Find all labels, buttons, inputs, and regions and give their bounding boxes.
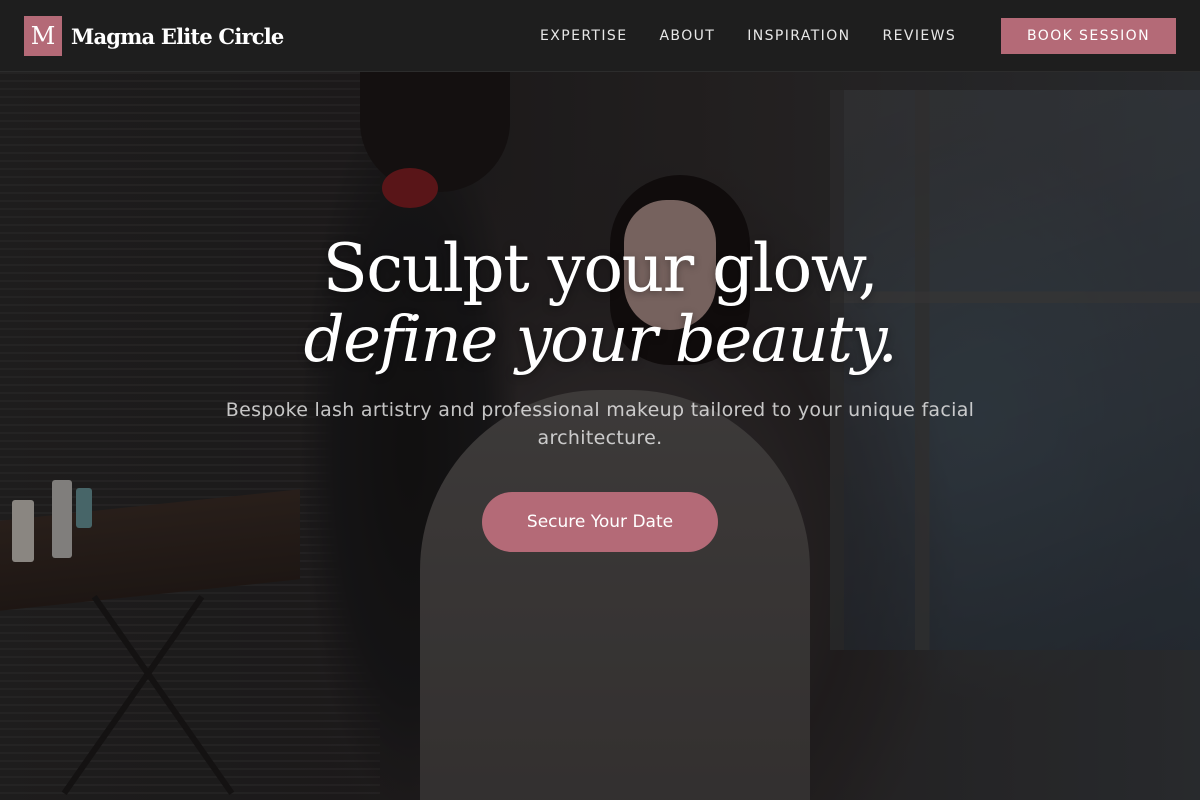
hero-subtitle: Bespoke lash artistry and professional m…: [225, 399, 975, 449]
site-header: M Magma Elite Circle EXPERTISE ABOUT INS…: [0, 0, 1200, 72]
main-navigation: EXPERTISE ABOUT INSPIRATION REVIEWS: [540, 0, 988, 72]
nav-link-about[interactable]: ABOUT: [659, 28, 715, 44]
hero-section: Sculpt your glow, define your beauty. Be…: [0, 236, 1200, 552]
brand-name: Magma Elite Circle: [71, 23, 284, 49]
brand-logo-mark: M: [24, 16, 62, 56]
brand-logo-link[interactable]: M Magma Elite Circle: [24, 16, 284, 56]
hero-headline-line2: define your beauty.: [303, 303, 898, 377]
hero-headline-line1: Sculpt your glow,: [322, 230, 879, 307]
landing-page: M Magma Elite Circle EXPERTISE ABOUT INS…: [0, 0, 1200, 800]
secure-your-date-button[interactable]: Secure Your Date: [482, 492, 718, 552]
book-session-button[interactable]: BOOK SESSION: [1001, 18, 1176, 54]
hero-headline: Sculpt your glow, define your beauty.: [0, 230, 1200, 377]
nav-link-inspiration[interactable]: INSPIRATION: [747, 28, 850, 44]
nav-link-reviews[interactable]: REVIEWS: [883, 28, 957, 44]
nav-link-expertise[interactable]: EXPERTISE: [540, 28, 627, 44]
